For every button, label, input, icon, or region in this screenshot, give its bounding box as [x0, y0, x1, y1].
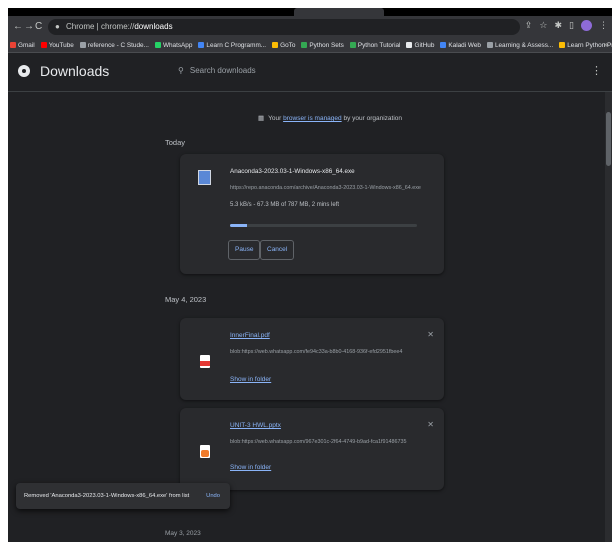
remove-from-list-icon[interactable]: ✕ — [427, 420, 434, 429]
installer-file-icon — [198, 170, 211, 185]
bookmark-favicon-icon — [272, 42, 279, 48]
bookmark-favicon-icon — [349, 42, 356, 48]
bookmark-item[interactable]: Kaladi Web — [440, 42, 481, 49]
reload-icon[interactable]: C — [35, 21, 42, 33]
progress-fill — [230, 224, 247, 227]
managed-link[interactable]: browser is managed — [283, 115, 342, 122]
side-panel-icon[interactable]: ▯ — [569, 20, 574, 31]
bookmark-label: Kaladi Web — [448, 41, 481, 49]
back-icon[interactable]: ← — [13, 21, 23, 33]
active-tab[interactable] — [294, 8, 384, 16]
address-bar[interactable]: ● Chrome | chrome://downloads — [48, 19, 520, 35]
pdf-file-icon — [200, 355, 210, 368]
bookmark-favicon-icon — [440, 42, 447, 48]
bookmark-item[interactable]: Gmail — [10, 42, 35, 49]
file-url[interactable]: blob:https://web.whatsapp.com/fe94c33a-b… — [230, 349, 402, 355]
bookmark-item[interactable]: Learning & Assess... — [486, 41, 554, 49]
downloads-logo-icon — [18, 65, 30, 77]
bookmark-favicon-icon — [486, 42, 493, 48]
bookmark-favicon-icon — [79, 42, 86, 48]
download-item: InnerFinal.pdf blob:https://web.whatsapp… — [180, 318, 444, 400]
bookmark-item[interactable]: Learn C Programm... — [198, 42, 266, 49]
forward-icon[interactable]: → — [24, 21, 34, 33]
file-name[interactable]: Anaconda3-2023.03-1-Windows-x86_64.exe — [230, 168, 355, 175]
file-url[interactable]: https://repo.anaconda.com/archive/Anacon… — [230, 185, 421, 191]
bookmark-item[interactable]: reference - C Stude... — [79, 41, 149, 49]
more-bookmarks-icon[interactable]: » — [604, 38, 608, 52]
bookmark-label: GoTo — [280, 41, 296, 49]
bookmark-item[interactable]: Python Tutorial — [349, 41, 401, 49]
search-downloads-field[interactable]: ⚲ Search downloads — [178, 61, 448, 81]
browser-window: ← → C ● Chrome | chrome://downloads ⇪ ☆ … — [8, 8, 612, 542]
bookmarks-list: Gmail YouTube reference - C Stude... WhatsA… — [10, 38, 612, 52]
page-title: Downloads — [40, 63, 110, 79]
bookmarks-bar: Gmail YouTube reference - C Stude... WhatsA… — [8, 38, 612, 53]
managed-notice: ▦ Your browser is managed by your organiz… — [258, 115, 402, 122]
download-item: Anaconda3-2023.03-1-Windows-x86_64.exe h… — [180, 154, 444, 274]
bookmark-item[interactable]: YouTube — [40, 41, 74, 49]
bookmark-favicon-icon — [40, 42, 47, 48]
date-heading: May 3, 2023 — [165, 530, 201, 537]
date-heading: Today — [165, 138, 186, 147]
building-icon: ▦ — [258, 115, 265, 122]
show-in-folder-link[interactable]: Show in folder — [230, 376, 271, 383]
bookmark-favicon-icon — [198, 42, 205, 48]
bookmark-favicon-icon — [10, 42, 16, 48]
undo-button[interactable]: Undo — [206, 483, 220, 509]
tab-strip — [8, 8, 612, 16]
toolbar-actions: ⇪ ☆ ✱ ▯ ⋮ — [525, 20, 608, 31]
bookmark-label: Python Sets — [309, 41, 344, 49]
profile-avatar[interactable] — [581, 20, 592, 31]
bookmark-favicon-icon — [559, 42, 566, 48]
bookmark-star-icon[interactable]: ☆ — [539, 20, 547, 31]
remove-from-list-icon[interactable]: ✕ — [427, 330, 434, 339]
file-url[interactable]: blob:https://web.whatsapp.com/967e301c-2… — [230, 439, 407, 445]
bookmark-label: WhatsApp — [162, 41, 193, 49]
pptx-file-icon — [200, 445, 210, 458]
scrollbar-thumb[interactable] — [606, 112, 611, 166]
bookmark-label: Learn C Programm... — [206, 41, 267, 49]
bookmark-label: YouTube — [48, 41, 74, 49]
bookmark-favicon-icon — [406, 42, 413, 48]
file-name-link[interactable]: InnerFinal.pdf — [230, 332, 270, 339]
bookmark-favicon-icon — [154, 42, 161, 48]
more-actions-icon[interactable]: ⋮ — [591, 64, 602, 77]
pause-button[interactable]: Pause — [228, 240, 261, 260]
removed-toast: Removed 'Anaconda3-2023.03-1-Windows-x86… — [16, 483, 230, 509]
bookmark-label: Learning & Assess... — [494, 41, 554, 49]
downloads-header: Downloads ⚲ Search downloads ⋮ — [8, 53, 612, 92]
search-placeholder: Search downloads — [189, 66, 256, 75]
toast-message: Removed 'Anaconda3-2023.03-1-Windows-x86… — [24, 493, 190, 499]
show-in-folder-link[interactable]: Show in folder — [230, 464, 271, 471]
bookmark-item[interactable]: GitHub — [406, 42, 434, 49]
browser-menu-icon[interactable]: ⋮ — [599, 20, 608, 31]
site-info-icon[interactable]: ● — [55, 19, 60, 35]
download-progress-bar — [230, 224, 417, 227]
cancel-button[interactable]: Cancel — [260, 240, 295, 260]
bookmark-item[interactable]: GoTo — [272, 42, 295, 49]
bookmark-favicon-icon — [301, 42, 308, 48]
bookmark-label: Python Tutorial — [357, 41, 401, 49]
bookmark-item[interactable]: Python Sets — [301, 41, 344, 49]
bookmark-label: reference - C Stude... — [87, 41, 149, 49]
share-icon[interactable]: ⇪ — [525, 20, 533, 31]
search-icon: ⚲ — [178, 66, 184, 75]
bookmark-label: GitHub — [414, 41, 435, 49]
download-item: UNIT-3 HWL.pptx blob:https://web.whatsap… — [180, 408, 444, 490]
page-scrollbar[interactable] — [605, 92, 612, 542]
download-status: 5.3 kB/s - 67.3 MB of 787 MB, 2 mins lef… — [230, 202, 340, 208]
date-heading: May 4, 2023 — [165, 295, 207, 304]
bookmark-item[interactable]: WhatsApp — [154, 41, 193, 49]
file-name-link[interactable]: UNIT-3 HWL.pptx — [230, 422, 281, 429]
bookmark-label: Gmail — [18, 41, 35, 49]
extensions-icon[interactable]: ✱ — [555, 20, 563, 31]
url-text: Chrome | chrome://downloads — [66, 22, 173, 31]
browser-toolbar: ← → C ● Chrome | chrome://downloads ⇪ ☆ … — [8, 16, 612, 38]
